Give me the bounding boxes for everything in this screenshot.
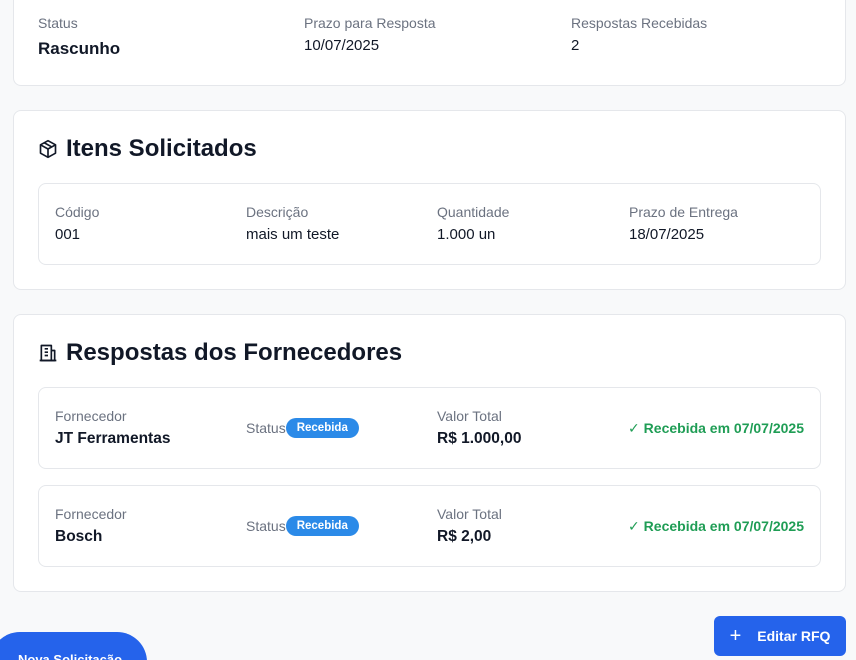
supplier-name: JT Ferramentas bbox=[55, 430, 171, 447]
deadline-value: 10/07/2025 bbox=[304, 37, 380, 54]
received-date: ✓ Recebida em 07/07/2025 bbox=[628, 420, 804, 436]
edit-rfq-button[interactable]: + Editar RFQ bbox=[714, 616, 846, 656]
responses-count-value: 2 bbox=[571, 37, 580, 54]
response-status-label: Status bbox=[246, 420, 286, 436]
supplier-cell: Fornecedor Bosch bbox=[55, 506, 127, 546]
item-code-cell: Código 001 bbox=[55, 204, 99, 243]
delivery-value: 18/07/2025 bbox=[629, 226, 705, 243]
total-value: R$ 2,00 bbox=[437, 528, 492, 545]
status-badge: Recebida bbox=[285, 418, 359, 438]
description-header: Descrição bbox=[246, 204, 309, 220]
edit-rfq-label: Editar RFQ bbox=[757, 628, 831, 644]
code-header: Código bbox=[55, 204, 100, 220]
description-value: mais um teste bbox=[246, 226, 340, 243]
quantity-header: Quantidade bbox=[437, 204, 510, 220]
building-icon bbox=[39, 344, 57, 362]
response-status-cell: Status Recebida bbox=[246, 516, 359, 536]
delivery-header: Prazo de Entrega bbox=[629, 204, 738, 220]
status-badge: Recebida bbox=[285, 516, 359, 536]
total-cell: Valor Total R$ 2,00 bbox=[437, 506, 502, 546]
quantity-value: 1.000 un bbox=[437, 226, 496, 243]
responses-card: Respostas dos Fornecedores Fornecedor JT… bbox=[13, 314, 846, 592]
items-card: Itens Solicitados Código 001 Descrição m… bbox=[13, 110, 846, 290]
received-date: ✓ Recebida em 07/07/2025 bbox=[628, 518, 804, 534]
responses-title-text: Respostas dos Fornecedores bbox=[66, 339, 403, 366]
status-value: Rascunho bbox=[38, 39, 121, 58]
response-status-label: Status bbox=[246, 518, 286, 534]
deadline-field: Prazo para Resposta 10/07/2025 bbox=[304, 15, 436, 54]
item-row: Código 001 Descrição mais um teste Quant… bbox=[38, 183, 821, 265]
supplier-label: Fornecedor bbox=[55, 506, 127, 522]
responses-count-field: Respostas Recebidas 2 bbox=[571, 15, 707, 54]
supplier-cell: Fornecedor JT Ferramentas bbox=[55, 408, 170, 448]
supplier-name: Bosch bbox=[55, 528, 103, 545]
status-field: Status Rascunho bbox=[38, 15, 120, 59]
supplier-label: Fornecedor bbox=[55, 408, 127, 424]
supplier-response-row[interactable]: Fornecedor Bosch Status Recebida Valor T… bbox=[38, 485, 821, 567]
deadline-label: Prazo para Resposta bbox=[304, 15, 436, 31]
responses-count-label: Respostas Recebidas bbox=[571, 15, 708, 31]
total-value: R$ 1.000,00 bbox=[437, 430, 522, 447]
new-request-button[interactable]: Nova Solicitação bbox=[0, 632, 147, 660]
responses-section-title: Respostas dos Fornecedores bbox=[38, 339, 402, 367]
rfq-summary-card: Status Rascunho Prazo para Resposta 10/0… bbox=[13, 0, 846, 86]
status-label: Status bbox=[38, 15, 78, 31]
item-description-cell: Descrição mais um teste bbox=[246, 204, 339, 243]
items-title-text: Itens Solicitados bbox=[66, 135, 257, 162]
total-label: Valor Total bbox=[437, 506, 502, 522]
new-request-label: Nova Solicitação bbox=[18, 652, 123, 660]
package-icon bbox=[39, 139, 57, 159]
item-quantity-cell: Quantidade 1.000 un bbox=[437, 204, 509, 243]
items-section-title: Itens Solicitados bbox=[38, 135, 257, 163]
item-delivery-cell: Prazo de Entrega 18/07/2025 bbox=[629, 204, 738, 243]
plus-icon: + bbox=[729, 625, 742, 647]
code-value: 001 bbox=[55, 226, 81, 243]
response-status-cell: Status Recebida bbox=[246, 418, 359, 438]
supplier-response-row[interactable]: Fornecedor JT Ferramentas Status Recebid… bbox=[38, 387, 821, 469]
total-cell: Valor Total R$ 1.000,00 bbox=[437, 408, 521, 448]
total-label: Valor Total bbox=[437, 408, 502, 424]
